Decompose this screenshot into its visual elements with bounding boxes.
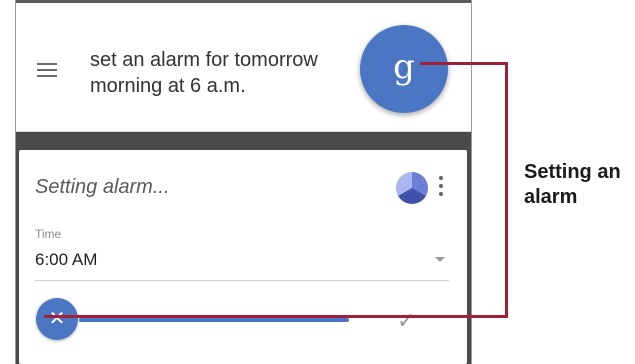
google-voice-button[interactable]: g (360, 25, 448, 113)
time-value: 6:00 AM (35, 250, 98, 269)
dropdown-caret-icon (435, 257, 445, 262)
callout-line-from-button (420, 62, 508, 65)
more-vert-icon[interactable] (439, 176, 443, 198)
time-label: Time (35, 227, 62, 241)
callout-label: Setting an alarm (524, 161, 621, 208)
close-icon: ✕ (48, 308, 66, 330)
google-g-icon: g (393, 47, 415, 87)
time-underline (35, 280, 449, 281)
top-divider (15, 0, 472, 3)
callout-line-to-cancel (44, 315, 508, 318)
card-title: Setting alarm... (35, 176, 170, 198)
alarm-card: Setting alarm... Time 6:00 AM ✕ ✓ (19, 150, 467, 364)
phone-screen: set an alarm for tomorrow morning at 6 a… (15, 0, 472, 364)
query-bar: set an alarm for tomorrow morning at 6 a… (15, 0, 472, 132)
cancel-button[interactable]: ✕ (36, 298, 78, 340)
check-icon[interactable]: ✓ (397, 308, 415, 334)
callout-line-vertical (505, 62, 508, 318)
countdown-progress-bar (79, 318, 349, 322)
menu-icon[interactable] (37, 63, 57, 77)
assistant-icon (396, 172, 428, 204)
phone-edge-right (471, 0, 472, 364)
voice-query-text: set an alarm for tomorrow morning at 6 a… (90, 49, 318, 97)
phone-edge-left (15, 0, 16, 364)
